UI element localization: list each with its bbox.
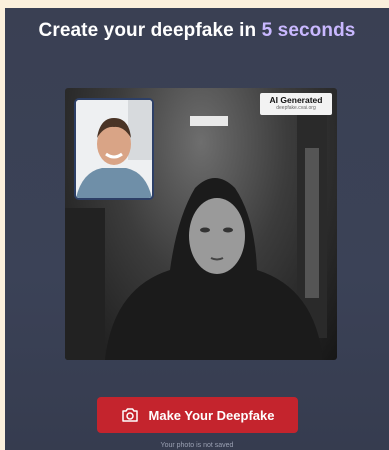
badge-subtitle: deepfake.cvai.org [276,105,316,111]
left-eye [200,227,210,233]
left-door-frame [65,208,105,360]
privacy-note: Your photo is not saved [160,442,234,449]
badge-title: AI Generated [269,95,323,105]
title-highlight: 5 seconds [261,20,356,41]
right-eye [223,227,233,233]
source-selfie-inset [74,98,154,200]
deepfake-panel: Create your deepfake in 5 seconds AI Gen… [5,8,389,450]
selfie-thumbnail-illustration [76,100,152,198]
ai-generated-badge: AI Generated deepfake.cvai.org [260,93,332,115]
selfie-wall [128,100,152,160]
title-prefix: Create your deepfake in [38,20,262,41]
camera-icon [121,408,138,422]
ceiling-light [190,116,228,126]
page-title: Create your deepfake in 5 seconds [5,20,389,42]
make-deepfake-label: Make Your Deepfake [148,407,275,423]
make-deepfake-button[interactable]: Make Your Deepfake [97,397,298,433]
right-door-panel [305,148,319,298]
deepfake-preview-image: AI Generated deepfake.cvai.org [65,88,337,360]
face-shape [189,198,245,274]
